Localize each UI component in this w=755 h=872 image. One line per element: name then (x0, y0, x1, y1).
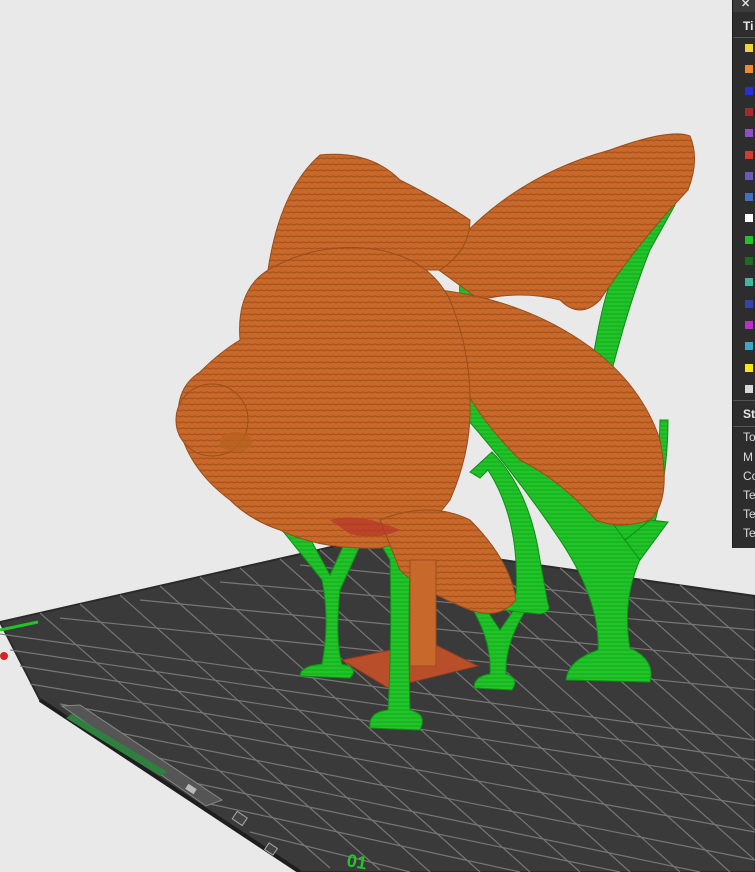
legend-color-swatch (745, 129, 753, 137)
print-bed-scene[interactable]: 01 (0, 0, 755, 872)
legend-divider (733, 400, 755, 401)
legend-color-swatch (745, 236, 753, 244)
legend-color-swatch (745, 342, 753, 350)
origin-marker (0, 652, 8, 660)
legend-title: Ti (743, 19, 754, 33)
legend-color-swatch (745, 385, 753, 393)
legend-color-swatch (745, 87, 753, 95)
legend-panel-header: ✕ (733, 0, 755, 12)
stats-title: St (743, 407, 755, 421)
stat-label: Te (743, 488, 755, 502)
legend-color-swatch (745, 193, 753, 201)
stat-label: M (743, 450, 753, 464)
legend-color-swatch (745, 151, 753, 159)
bed-axis-label: 01 (345, 850, 368, 872)
print-bed (0, 538, 755, 872)
stats-divider (733, 426, 755, 427)
legend-color-swatch (745, 321, 753, 329)
close-icon[interactable]: ✕ (741, 0, 750, 10)
3d-preview-viewport[interactable]: 01 (0, 0, 755, 872)
stat-label: Te (743, 507, 755, 521)
legend-color-swatch (745, 300, 753, 308)
stat-label: Co (743, 469, 755, 483)
legend-color-swatch (745, 364, 753, 372)
legend-color-swatch (745, 108, 753, 116)
legend-divider (733, 37, 755, 38)
legend-color-swatch (745, 65, 753, 73)
stat-label: Te (743, 526, 755, 540)
stat-label: To (743, 430, 755, 444)
legend-color-swatch (745, 44, 753, 52)
legend-panel: ✕ Ti St To M Co Te Te Te (732, 0, 755, 548)
legend-color-swatch (745, 214, 753, 222)
legend-color-swatch (745, 278, 753, 286)
legend-color-swatch (745, 172, 753, 180)
legend-color-swatch (745, 257, 753, 265)
